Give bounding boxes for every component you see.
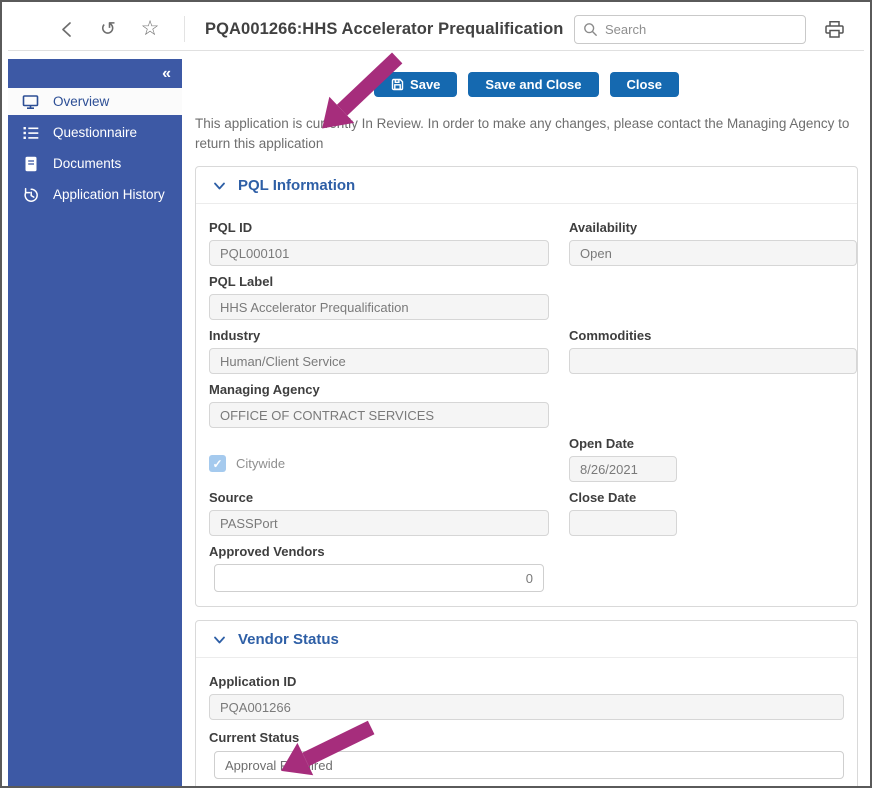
approved-vendors-label: Approved Vendors: [209, 544, 325, 560]
sidebar-item-label: Overview: [53, 94, 110, 109]
save-and-close-button[interactable]: Save and Close: [468, 72, 599, 97]
application-activity-label: Application Activity: [209, 784, 843, 786]
topbar-divider: [184, 16, 185, 42]
close-button-label: Close: [626, 77, 662, 92]
pql-id-label: PQL ID: [209, 220, 253, 236]
history-icon: [22, 186, 39, 203]
collapse-icon: «: [162, 64, 171, 82]
sidebar-collapse-button[interactable]: «: [8, 59, 182, 88]
search-box[interactable]: [574, 14, 806, 44]
open-date-field: [569, 456, 677, 483]
sidebar-item-label: Documents: [53, 156, 122, 171]
source-label: Source: [209, 490, 254, 506]
save-and-close-button-label: Save and Close: [485, 77, 582, 92]
sidebar-item-label: Application History: [53, 187, 165, 202]
book-icon: [22, 155, 39, 172]
pql-label-label: PQL Label: [209, 274, 274, 290]
pql-label-field: [209, 294, 549, 321]
app-window: ↺ ☆ PQA001266:HHS Accelerator Prequalifi…: [0, 0, 872, 788]
availability-field: [569, 240, 857, 267]
citywide-checkbox: [209, 455, 226, 473]
application-id-label: Application ID: [209, 674, 297, 690]
approved-vendors-field: [214, 564, 544, 593]
save-button-label: Save: [410, 77, 441, 92]
close-date-field: [569, 510, 677, 537]
source-field: [209, 510, 549, 537]
vendor-status-header[interactable]: Vendor Status: [196, 621, 857, 659]
chevron-down-icon: [214, 636, 225, 644]
status-notice: This application is currently In Review.…: [195, 116, 850, 151]
history-icon[interactable]: ↺: [96, 17, 120, 41]
section-title: Vendor Status: [238, 631, 339, 649]
industry-field: [209, 348, 549, 375]
application-id-field: [209, 694, 844, 721]
close-button[interactable]: Close: [609, 72, 679, 97]
sidebar-item-questionnaire[interactable]: Questionnaire: [8, 119, 182, 146]
page-title: PQA001266:HHS Accelerator Prequalificati…: [205, 19, 564, 38]
main-content: Save Save and Close Close This applicati…: [182, 59, 864, 786]
managing-agency-label: Managing Agency: [209, 382, 320, 398]
top-bar: ↺ ☆ PQA001266:HHS Accelerator Prequalifi…: [8, 8, 864, 51]
commodities-field: [569, 348, 857, 375]
sidebar-item-label: Questionnaire: [53, 125, 138, 140]
back-icon[interactable]: [54, 17, 78, 41]
chevron-down-icon: [214, 182, 225, 190]
sidebar-item-overview[interactable]: Overview: [8, 88, 182, 115]
section-title: PQL Information: [238, 177, 356, 195]
managing-agency-field: [209, 402, 549, 429]
list-icon: [22, 124, 39, 141]
search-input[interactable]: [605, 21, 797, 37]
save-floppy-icon: [391, 78, 404, 91]
vendor-status-panel: Vendor Status Application ID Current Sta…: [195, 620, 858, 786]
action-button-row: Save Save and Close Close: [195, 72, 858, 97]
open-date-label: Open Date: [569, 436, 635, 452]
current-status-label: Current Status: [209, 730, 300, 746]
print-icon[interactable]: [822, 17, 846, 41]
sidebar-item-application-history[interactable]: Application History: [8, 181, 182, 208]
industry-label: Industry: [209, 328, 261, 344]
commodities-label: Commodities: [569, 328, 652, 344]
sidebar-nav: « Overview Questionnaire Documents Appli…: [8, 59, 182, 786]
current-status-field[interactable]: [214, 751, 844, 780]
availability-label: Availability: [569, 220, 638, 236]
pql-id-field: [209, 240, 549, 267]
star-favorite-icon[interactable]: ☆: [138, 16, 162, 40]
save-button[interactable]: Save: [374, 72, 458, 97]
search-icon: [583, 22, 598, 37]
pql-information-header[interactable]: PQL Information: [196, 167, 857, 205]
sidebar-item-documents[interactable]: Documents: [8, 150, 182, 177]
citywide-label: Citywide: [236, 456, 286, 472]
monitor-icon: [22, 93, 39, 110]
pql-information-panel: PQL Information PQL ID Availability: [195, 166, 858, 608]
close-date-label: Close Date: [569, 490, 637, 506]
